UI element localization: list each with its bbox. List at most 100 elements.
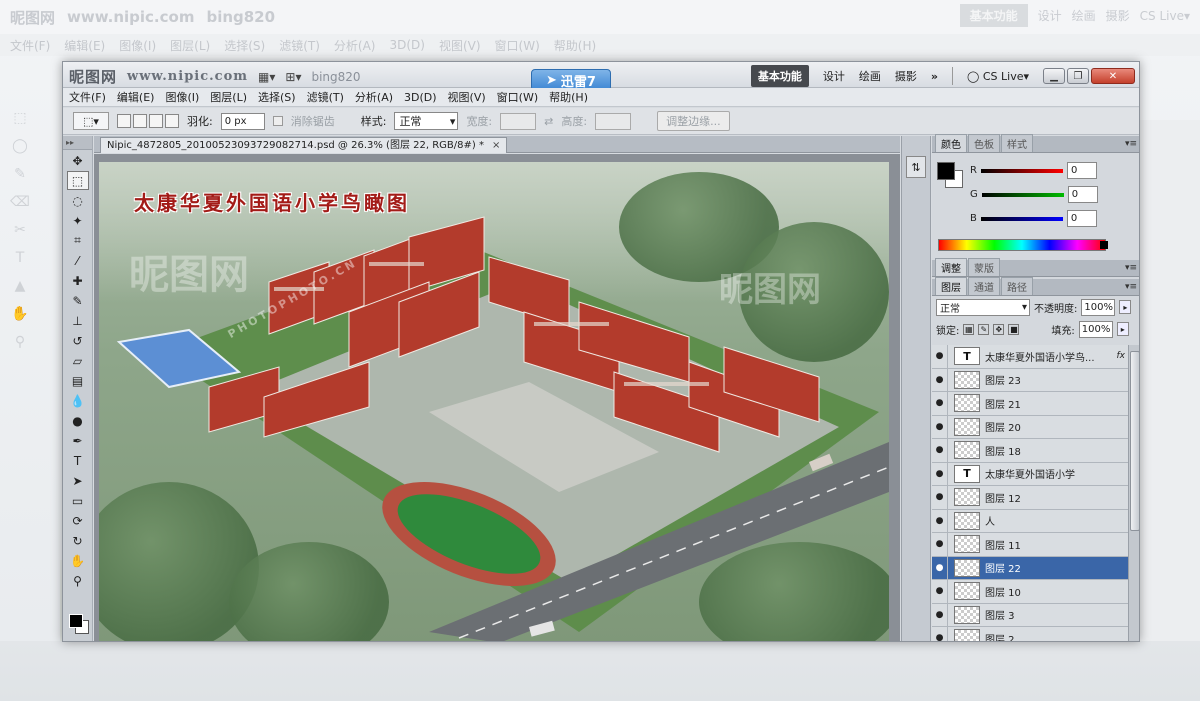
move-tool-icon[interactable]: ✥ <box>67 151 89 170</box>
black-white-swatch[interactable] <box>1100 241 1108 249</box>
panel-menu-icon[interactable]: ▾≡ <box>1125 263 1137 273</box>
workspace-photography[interactable]: 摄影 <box>895 68 917 84</box>
layer-row[interactable]: ● 图层 18 <box>932 439 1128 463</box>
marquee-tool-icon[interactable]: ⬚ <box>66 171 89 190</box>
foreground-color-swatch[interactable] <box>69 614 83 628</box>
style-select[interactable]: 正常 ▾ <box>394 112 459 130</box>
close-button[interactable]: ✕ <box>1091 68 1135 84</box>
tool-preset-picker[interactable]: ⬚▾ <box>73 112 109 130</box>
feather-input[interactable]: 0 px <box>220 112 265 130</box>
zoom-tool-icon[interactable]: ⚲ <box>67 571 89 590</box>
visibility-eye-icon[interactable]: ● <box>932 556 948 579</box>
lock-all-icon[interactable]: ■ <box>1008 323 1020 335</box>
dodge-tool-icon[interactable]: ● <box>67 411 89 430</box>
opacity-slider-icon[interactable]: ▸ <box>1119 300 1132 314</box>
menu-layer[interactable]: 图层(L) <box>210 89 247 105</box>
toolbox-grip[interactable]: ▸▸ <box>63 136 92 150</box>
refine-edge-button[interactable]: 调整边缘... <box>657 111 730 131</box>
tab-color[interactable]: 颜色 <box>935 134 967 152</box>
visibility-eye-icon[interactable]: ● <box>932 368 948 391</box>
blue-slider[interactable] <box>980 216 1063 221</box>
antialias-checkbox[interactable] <box>272 116 283 126</box>
add-selection-icon[interactable] <box>133 114 147 128</box>
gradient-tool-icon[interactable]: ▤ <box>67 371 89 390</box>
fx-icon[interactable]: fx <box>1117 351 1129 361</box>
panel-menu-icon[interactable]: ▾≡ <box>1125 282 1137 292</box>
blend-mode-select[interactable]: 正常 ▾ <box>936 298 1030 316</box>
visibility-eye-icon[interactable]: ● <box>932 415 948 438</box>
quick-select-tool-icon[interactable]: ✦ <box>67 211 89 230</box>
menu-analysis[interactable]: 分析(A) <box>355 89 393 105</box>
visibility-eye-icon[interactable]: ● <box>932 486 948 509</box>
history-panel-icon[interactable]: ⇅ <box>906 156 926 178</box>
layer-row[interactable]: ● 图层 11 <box>932 533 1128 557</box>
tab-adjustments[interactable]: 调整 <box>935 258 967 276</box>
menu-3d[interactable]: 3D(D) <box>404 91 437 104</box>
menu-file[interactable]: 文件(F) <box>69 89 106 105</box>
green-slider[interactable] <box>981 192 1064 197</box>
visibility-eye-icon[interactable]: ● <box>932 533 948 556</box>
minimize-button[interactable]: ▁ <box>1043 68 1065 84</box>
layer-row[interactable]: ● 图层 2 <box>932 627 1128 641</box>
visibility-eye-icon[interactable]: ● <box>932 345 948 368</box>
visibility-eye-icon[interactable]: ● <box>932 462 948 485</box>
visibility-eye-icon[interactable]: ● <box>932 439 948 462</box>
tab-styles[interactable]: 样式 <box>1001 134 1033 152</box>
eraser-tool-icon[interactable]: ▱ <box>67 351 89 370</box>
layer-row[interactable]: ● 图层 23 <box>932 368 1128 392</box>
stamp-tool-icon[interactable]: ⊥ <box>67 311 89 330</box>
menu-help[interactable]: 帮助(H) <box>549 89 588 105</box>
red-input[interactable]: 0 <box>1066 162 1097 179</box>
visibility-eye-icon[interactable]: ● <box>932 603 948 626</box>
lock-position-icon[interactable]: ✥ <box>993 323 1005 335</box>
layer-row[interactable]: ● 图层 3 <box>932 603 1128 627</box>
lock-transparency-icon[interactable]: ▦ <box>963 323 975 335</box>
layer-row[interactable]: ● 图层 10 <box>932 580 1128 604</box>
width-input[interactable] <box>500 112 537 130</box>
blur-tool-icon[interactable]: 💧 <box>67 391 89 410</box>
new-selection-icon[interactable] <box>117 114 131 128</box>
height-input[interactable] <box>595 112 632 130</box>
workspace-design[interactable]: 设计 <box>823 68 845 84</box>
tab-paths[interactable]: 路径 <box>1001 277 1033 295</box>
visibility-eye-icon[interactable]: ● <box>932 580 948 603</box>
menu-view[interactable]: 视图(V) <box>448 89 486 105</box>
workspace-essentials[interactable]: 基本功能 <box>750 65 809 87</box>
path-select-tool-icon[interactable]: ➤ <box>67 471 89 490</box>
menu-window[interactable]: 窗口(W) <box>497 89 538 105</box>
fill-input[interactable]: 100% <box>1078 320 1113 338</box>
menu-image[interactable]: 图像(I) <box>165 89 199 105</box>
blue-input[interactable]: 0 <box>1066 210 1097 227</box>
layer-row[interactable]: ● T 太康华夏外国语小学鸟... fx <box>932 345 1128 369</box>
layer-row[interactable]: ● 图层 20 <box>932 415 1128 439</box>
crop-tool-icon[interactable]: ⌗ <box>67 231 89 250</box>
visibility-eye-icon[interactable]: ● <box>932 509 948 532</box>
history-brush-icon[interactable]: ↺ <box>67 331 89 350</box>
subtract-selection-icon[interactable] <box>149 114 163 128</box>
scrollbar-thumb[interactable] <box>1130 351 1139 531</box>
workspace-painting[interactable]: 绘画 <box>859 68 881 84</box>
color-spectrum[interactable] <box>938 239 1106 251</box>
visibility-eye-icon[interactable]: ● <box>932 627 948 641</box>
brush-tool-icon[interactable]: ✎ <box>67 291 89 310</box>
lasso-tool-icon[interactable]: ◌ <box>67 191 89 210</box>
document-tab[interactable]: Nipic_4872805_20100523093729082714.psd @… <box>100 137 508 153</box>
intersect-selection-icon[interactable] <box>165 114 179 128</box>
layer-row[interactable]: ● 图层 12 <box>932 486 1128 510</box>
layer-row[interactable]: ● 人 <box>932 509 1128 533</box>
lock-pixels-icon[interactable]: ✎ <box>978 323 990 335</box>
close-tab-icon[interactable]: × <box>492 138 500 153</box>
layer-row-selected[interactable]: ● 图层 22 <box>932 556 1128 580</box>
tab-channels[interactable]: 通道 <box>968 277 1000 295</box>
tab-layers[interactable]: 图层 <box>935 277 967 295</box>
red-slider[interactable] <box>980 168 1063 173</box>
eyedropper-tool-icon[interactable]: ⁄ <box>67 251 89 270</box>
healing-tool-icon[interactable]: ✚ <box>67 271 89 290</box>
opacity-input[interactable]: 100% <box>1081 298 1116 316</box>
layers-scrollbar[interactable] <box>1128 345 1139 641</box>
tab-masks[interactable]: 蒙版 <box>968 258 1000 276</box>
arrange-documents-icon[interactable]: ⊞▾ <box>285 70 301 84</box>
pen-tool-icon[interactable]: ✒ <box>67 431 89 450</box>
cs-live-button[interactable]: ◯ CS Live▾ <box>967 70 1029 83</box>
restore-button[interactable]: ❐ <box>1067 68 1089 84</box>
